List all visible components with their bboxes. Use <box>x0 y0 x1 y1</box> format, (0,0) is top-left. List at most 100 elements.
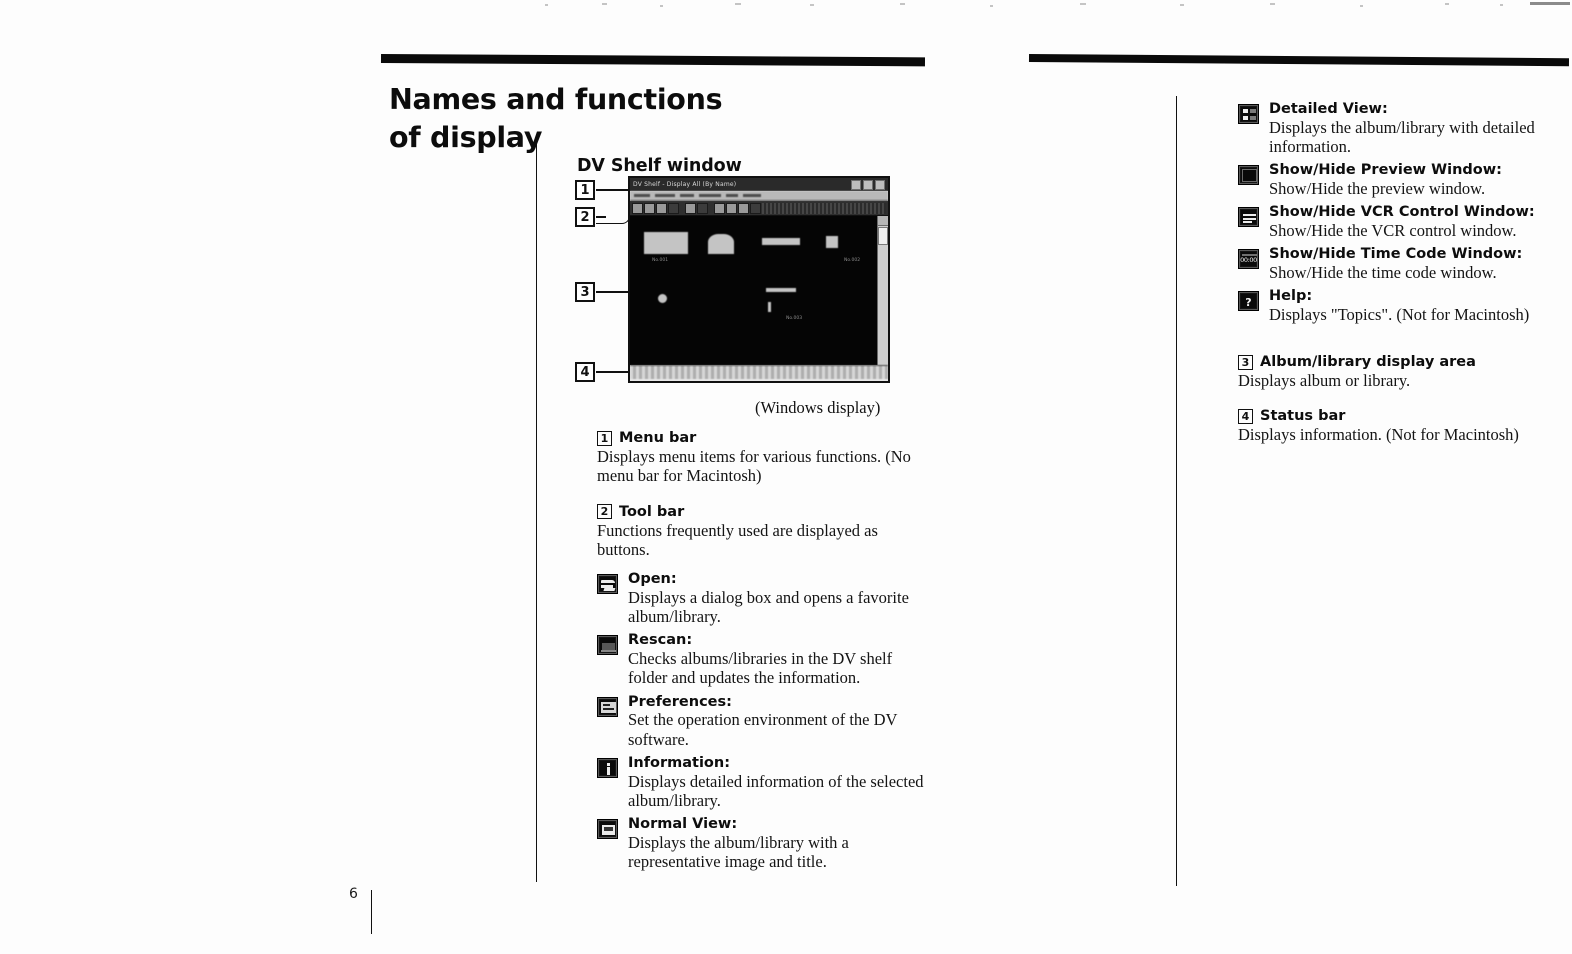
tool-entry-help: ? Help: Displays "Topics". (Not for Maci… <box>1238 288 1554 324</box>
album-library-description: Displays album or library. <box>1238 371 1411 391</box>
callout-2: 2 <box>575 207 595 227</box>
toolbar-preview-window-icon <box>714 202 725 214</box>
status-bar-heading: 4 Status bar <box>1238 408 1554 424</box>
album-library-display-area-section: 3 Album/library display area Displays al… <box>1238 354 1554 390</box>
tool-entry-detailed-view: Detailed View: Displays the album/librar… <box>1238 101 1554 156</box>
information-icon <box>597 757 618 778</box>
callout-leader-3 <box>596 291 629 293</box>
thumbnail-image <box>708 234 734 254</box>
tool-term: Detailed View: <box>1269 101 1388 117</box>
toolbar-open-icon <box>632 202 643 214</box>
icon-cell <box>597 694 619 717</box>
minimize-icon <box>851 180 861 190</box>
toolbar-time-code-icon <box>738 202 749 214</box>
scan-noise <box>0 0 1572 22</box>
show-hide-preview-window-icon <box>1238 165 1259 186</box>
section-label: Menu bar <box>619 430 697 446</box>
tool-term: Open: <box>628 571 677 588</box>
left-column-body: 1 Menu bar Displays menu items for vario… <box>597 430 927 878</box>
preferences-icon <box>597 696 618 717</box>
time-code-glyph: 00:00 <box>1240 256 1257 265</box>
menu-bar-heading: 1 Menu bar <box>597 430 927 446</box>
tool-entry-rescan: Rescan: Checks albums/libraries in the D… <box>597 632 927 687</box>
tool-description: Checks albums/libraries in the DV shelf … <box>628 649 893 688</box>
tool-term: Normal View: <box>628 816 738 833</box>
section-label: Tool bar <box>619 503 685 520</box>
icon-cell <box>1238 204 1260 228</box>
tool-entry-information: Information: Displays detailed informati… <box>597 755 927 810</box>
folio-rule <box>371 890 372 934</box>
rescan-icon <box>597 635 618 656</box>
icon-cell: 00:00 <box>1238 246 1260 270</box>
toolbar-information-icon <box>668 202 679 214</box>
tool-bar-description: Functions frequently used are displayed … <box>597 520 878 559</box>
window-titlebar: DV Shelf - Display All (By Name) <box>630 178 888 191</box>
status-bar-description: Displays information. (Not for Macintosh… <box>1238 425 1519 445</box>
section-number-badge: 2 <box>597 504 612 520</box>
thumbnail-image <box>644 232 688 254</box>
thumbnail-label: No.001 <box>652 258 669 263</box>
vertical-scrollbar[interactable] <box>877 216 888 365</box>
dv-shelf-window-mock: DV Shelf - Display All (By Name) No.001 … <box>628 176 890 383</box>
column-divider-right-page <box>1176 96 1177 886</box>
thumbnail-image <box>762 238 800 245</box>
tool-term: Help: <box>1269 288 1313 305</box>
section-label: Album/library display area <box>1260 354 1476 371</box>
toolbar-detailed-view-icon <box>697 202 708 214</box>
callout-leader-2 <box>596 204 630 224</box>
thumbnail-image <box>826 236 838 248</box>
icon-cell <box>597 816 619 840</box>
toolbar-vcr-control-icon <box>726 202 737 214</box>
close-icon <box>875 180 885 190</box>
tool-description: Set the operation environment of the DV … <box>628 710 898 749</box>
page-title: Names and functions of display <box>389 81 809 157</box>
help-glyph: ? <box>1245 296 1252 310</box>
scroll-up-arrow[interactable] <box>878 216 888 226</box>
toolbar-empty-area <box>762 202 886 214</box>
menu-bar-section: 1 Menu bar Displays menu items for vario… <box>597 430 927 486</box>
tool-entry-preferences: Preferences: Set the operation environme… <box>597 694 927 749</box>
show-hide-vcr-control-window-icon <box>1238 207 1259 228</box>
tool-description: Show/Hide the preview window. <box>1269 178 1486 198</box>
tool-entry-vcr-control-window: Show/Hide VCR Control Window: Show/Hide … <box>1238 204 1554 240</box>
window-menubar <box>630 191 888 201</box>
scrollbar-thumb[interactable] <box>878 227 888 245</box>
open-icon <box>597 574 618 595</box>
tool-term: Show/Hide Preview Window: <box>1269 162 1502 179</box>
callout-3: 3 <box>575 282 595 302</box>
scanned-page-spread: Names and functions of display DV Shelf … <box>0 0 1572 954</box>
detailed-view-icon <box>1238 104 1259 124</box>
tool-description: Show/Hide the time code window. <box>1269 262 1497 282</box>
tool-term: Information: <box>628 754 731 771</box>
album-library-heading: 3 Album/library display area <box>1238 354 1554 370</box>
callout-leader-1 <box>596 189 629 191</box>
icon-cell <box>597 571 619 595</box>
section-number-badge: 1 <box>597 430 612 446</box>
tool-description: Displays "Topics". (Not for Macintosh) <box>1269 304 1530 324</box>
tool-term: Show/Hide VCR Control Window: <box>1269 204 1535 221</box>
status-bar-section: 4 Status bar Displays information. (Not … <box>1238 408 1554 444</box>
header-rule-right-page <box>1028 54 1570 67</box>
tool-entry-preview-window: Show/Hide Preview Window: Show/Hide the … <box>1238 162 1554 198</box>
icon-cell <box>1238 162 1260 186</box>
tool-term: Rescan: <box>628 632 693 649</box>
right-column-body: Detailed View: Displays the album/librar… <box>1238 101 1554 463</box>
tool-entry-normal-view: Normal View: Displays the album/library … <box>597 816 927 871</box>
thumbnail-label: No.002 <box>844 258 861 263</box>
toolbar-help-icon <box>750 202 761 214</box>
column-divider-left-page <box>536 136 537 882</box>
toolbar-preferences-icon <box>656 202 667 214</box>
tool-entry-open: Open: Displays a dialog box and opens a … <box>597 571 927 626</box>
window-title: DV Shelf - Display All (By Name) <box>633 181 737 188</box>
tool-bar-section: 2 Tool bar Functions frequently used are… <box>597 504 927 560</box>
figure-caption: (Windows display) <box>755 398 881 417</box>
tool-term: Preferences: <box>628 693 732 710</box>
tool-bar-heading: 2 Tool bar <box>597 504 927 520</box>
page-title-line-2: of display <box>389 120 543 154</box>
maximize-icon <box>863 180 873 190</box>
album-library-display-area: No.001 No.002 No.003 <box>630 216 888 365</box>
tool-description: Displays the album/library with a repres… <box>628 832 849 872</box>
thumbnail-label: No.003 <box>786 316 803 321</box>
thumbnail-image <box>768 302 771 312</box>
tool-description: Displays a dialog box and opens a favori… <box>628 587 909 627</box>
